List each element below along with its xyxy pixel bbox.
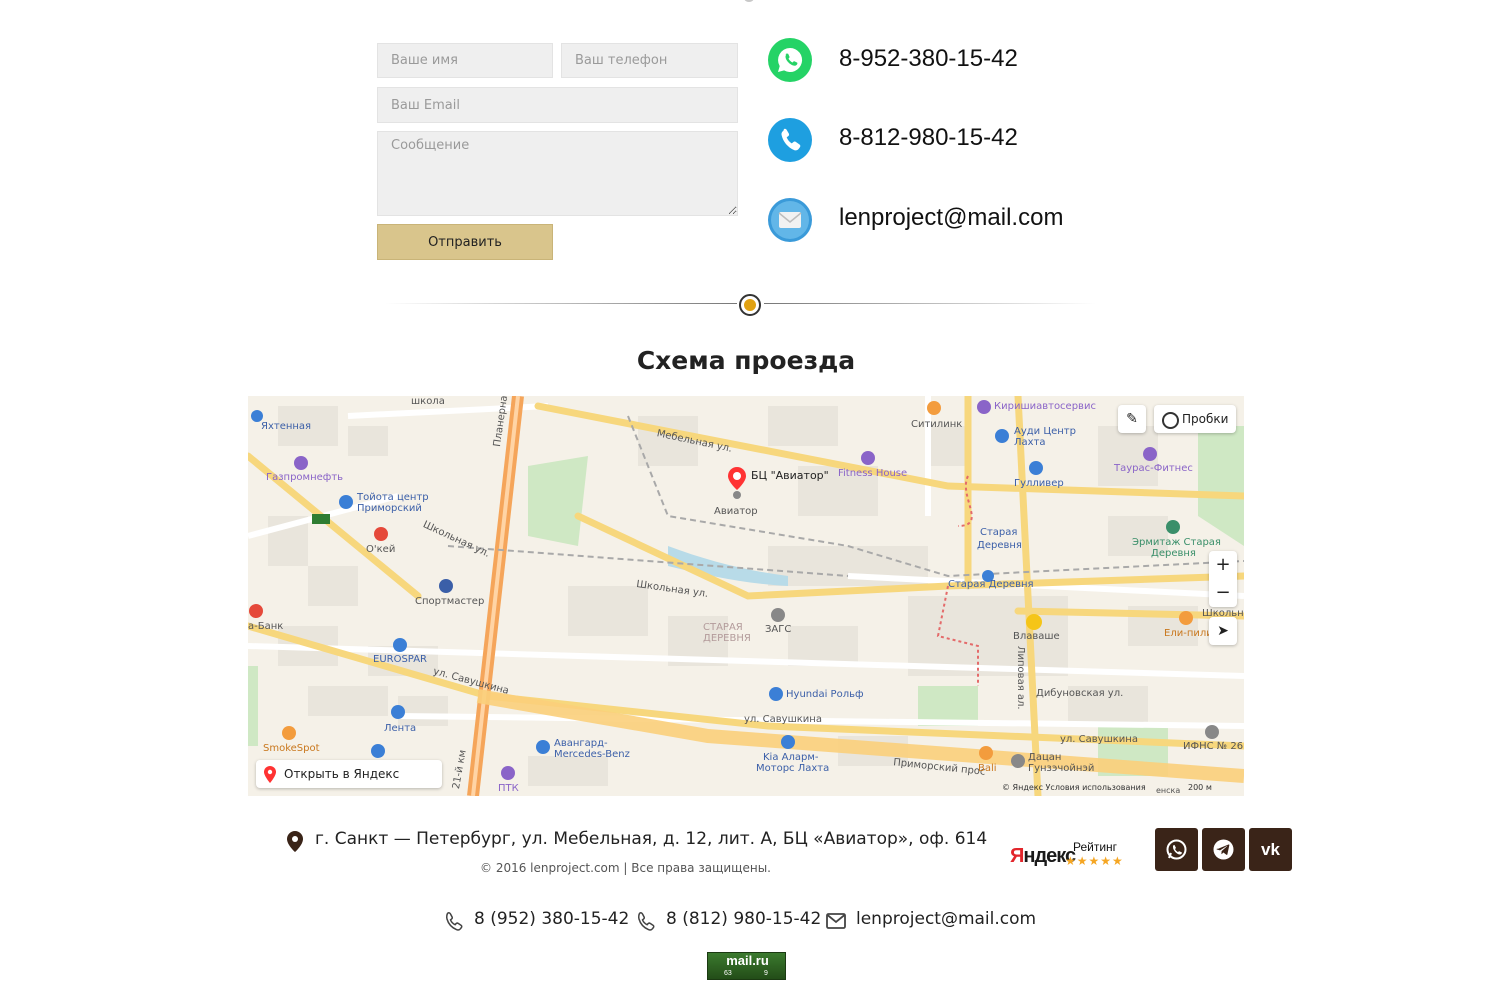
rating-label: Рейтинг: [1073, 840, 1118, 854]
yandex-map[interactable]: БЦ "Авиатор" школа Яхтенная Газпромнефть…: [248, 396, 1244, 796]
map-label: Таурас-Фитнес: [1114, 463, 1193, 474]
street-label: ул. Савушкина: [1060, 734, 1138, 745]
whatsapp-phone-link[interactable]: 8-952-380-15-42: [839, 45, 1018, 73]
map-label: енска: [1156, 786, 1181, 795]
submit-button[interactable]: Отправить: [377, 224, 553, 260]
zoom-in-button[interactable]: +: [1209, 551, 1237, 579]
mailru-logo: mail.ru: [726, 953, 769, 968]
map-label: Киришиавтосервис: [994, 401, 1096, 412]
vk-icon: vk: [1261, 840, 1280, 859]
map-label: Деревня: [977, 540, 1022, 551]
phone-icon: [638, 912, 655, 931]
street-label: Дибуновская ул.: [1036, 688, 1124, 699]
rating-stars: ★★★★★: [1065, 854, 1124, 868]
navigation-arrow-icon: ➤: [1217, 623, 1229, 639]
copyright: © 2016 lenproject.com | Все права защище…: [480, 861, 771, 875]
mailru-count: 63: [724, 970, 732, 977]
map-label: Лента: [384, 723, 417, 734]
map-label: О'кей: [366, 544, 396, 555]
ruler-icon: ✎: [1126, 411, 1138, 427]
address-text: г. Санкт — Петербург, ул. Мебельная, д. …: [315, 829, 988, 849]
telegram-social-button[interactable]: [1202, 828, 1245, 871]
map-label: Hyundai Рольф: [786, 689, 864, 700]
map-label: Яхтенная: [261, 421, 312, 432]
footer-phone2-link[interactable]: 8 (812) 980-15-42: [666, 909, 821, 929]
map-label: ПТК: [498, 783, 519, 794]
map-label: Fitness House: [838, 468, 908, 479]
map-label: Эрмитаж Старая: [1132, 537, 1221, 548]
landline-phone-link[interactable]: 8-812-980-15-42: [839, 124, 1018, 152]
location-pin-icon[interactable]: [726, 466, 748, 504]
pin-icon: [264, 766, 276, 783]
district-label: ДЕРЕВНЯ: [703, 633, 751, 644]
whatsapp-icon: [1166, 839, 1187, 860]
map-label: Деревня: [1151, 548, 1196, 559]
yandex-rating-badge[interactable]: Яндекс Рейтинг ★★★★★: [1010, 840, 1135, 872]
traffic-button[interactable]: Пробки: [1154, 405, 1236, 433]
map-label: школа: [411, 396, 445, 407]
map-label: Газпромнефть: [266, 472, 344, 483]
footer-email-link[interactable]: lenproject@mail.com: [856, 909, 1036, 929]
street-label: Липовая ал.: [1015, 646, 1026, 710]
district-label: СТАРАЯ: [703, 622, 743, 633]
telegram-icon: [1213, 839, 1234, 860]
map-label: Гунзэчойнэй: [1028, 763, 1095, 774]
divider-line-right: [764, 303, 1096, 304]
decorative-arc: [744, 0, 754, 2]
whatsapp-icon[interactable]: [768, 38, 812, 82]
map-label: Спортмастер: [415, 596, 485, 607]
section-title: Схема проезда: [636, 346, 856, 375]
divider-dot: [739, 294, 761, 316]
zoom-control: + −: [1209, 551, 1237, 607]
email-link[interactable]: lenproject@mail.com: [839, 204, 1063, 232]
open-yandex-maps-button[interactable]: Открыть в Яндекс Картах: [256, 760, 442, 796]
zoom-out-button[interactable]: −: [1209, 579, 1237, 607]
vk-social-button[interactable]: vk: [1249, 828, 1292, 871]
map-label: Авангард-: [554, 738, 608, 749]
map-label: Kia Аларм-: [763, 752, 819, 763]
map-label: Авиатор: [714, 506, 758, 517]
map-copyright[interactable]: © Яндекс Условия использования: [1002, 783, 1146, 792]
map-label: Приморский: [357, 503, 422, 514]
map-label: Старая: [980, 527, 1018, 538]
email-input[interactable]: [377, 87, 738, 123]
map-label: Лахта: [1014, 437, 1046, 448]
map-label: EUROSPAR: [373, 654, 427, 665]
map-label: Гулливер: [1014, 478, 1064, 489]
phone-icon: [446, 912, 463, 931]
map-label: Старая Деревня: [948, 579, 1034, 590]
map-label: Ауди Центр: [1014, 426, 1076, 437]
street-label: ул. Савушкина: [744, 714, 822, 725]
map-label: SmokeSpot: [263, 743, 320, 754]
divider-line-left: [385, 303, 737, 304]
footer-phone1-link[interactable]: 8 (952) 380-15-42: [474, 909, 629, 929]
map-label: Mercedes-Benz: [554, 749, 630, 760]
map-scale: 200 м: [1188, 783, 1212, 792]
geolocation-button[interactable]: ➤: [1209, 617, 1237, 645]
map-pin-label: БЦ "Авиатор": [751, 469, 829, 482]
ruler-button[interactable]: ✎: [1118, 405, 1146, 433]
mail-icon: [826, 913, 846, 929]
message-textarea[interactable]: [377, 131, 738, 216]
map-label: Ситилинк: [911, 419, 963, 430]
map-label: Дацан: [1028, 752, 1062, 763]
phone-icon[interactable]: [768, 118, 812, 162]
location-icon: [287, 831, 303, 852]
mail-envelope-icon[interactable]: [768, 198, 812, 242]
map-label: Bali: [978, 763, 997, 774]
phone-input[interactable]: [561, 43, 738, 78]
map-label: Тойота центр: [357, 492, 429, 503]
map-label: Моторс Лахта: [756, 763, 830, 774]
map-label: Влаваше: [1013, 631, 1060, 642]
map-label: ИФНС № 26: [1183, 741, 1244, 752]
mailru-counter[interactable]: mail.ru 63 9: [707, 952, 786, 980]
mailru-count: 9: [764, 970, 768, 977]
map-label: ЗАГС: [765, 624, 792, 635]
map-label: а-Банк: [248, 621, 284, 632]
svg-text:vk: vk: [1261, 840, 1280, 859]
map-label: Ели-пили: [1164, 628, 1213, 639]
whatsapp-social-button[interactable]: [1155, 828, 1198, 871]
name-input[interactable]: [377, 43, 553, 78]
